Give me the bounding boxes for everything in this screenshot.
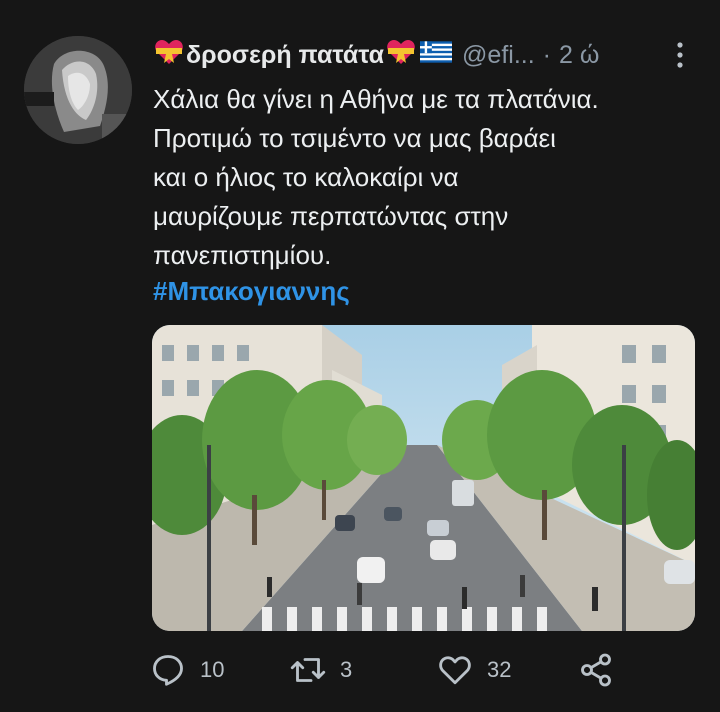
heart-ribbon-emoji-icon <box>386 39 416 72</box>
hashtag-link[interactable]: #Μπακογιαννης <box>153 276 350 307</box>
more-vertical-icon[interactable] <box>668 38 692 72</box>
share-icon <box>581 653 611 687</box>
reply-button[interactable]: 10 <box>150 650 224 690</box>
tweet-image[interactable] <box>152 325 695 631</box>
retweet-count: 3 <box>340 657 353 682</box>
like-count: 32 <box>487 657 512 682</box>
heart-icon <box>439 656 471 685</box>
greek-flag-icon <box>420 40 453 70</box>
display-name[interactable]: δροσερή πατάτα <box>152 39 454 72</box>
tweet-header: δροσερή πατάτα @efi... · 2 ώ <box>152 38 692 72</box>
retweet-button[interactable]: 3 <box>290 650 352 690</box>
display-name-text[interactable]: δροσερή πατάτα <box>186 41 384 70</box>
user-handle[interactable]: @efi... <box>462 41 535 70</box>
retweet-icon <box>290 658 326 682</box>
reply-count: 10 <box>200 657 225 682</box>
share-button[interactable] <box>578 650 628 690</box>
reply-icon <box>153 655 183 686</box>
tweet-text: Χάλια θα γίνει η Αθήνα με τα πλατάνια. Π… <box>153 84 599 270</box>
avatar[interactable] <box>24 36 132 144</box>
like-button[interactable]: 32 <box>437 650 511 690</box>
tweet-actions: 10 3 32 <box>150 650 620 690</box>
separator-dot: · <box>542 40 551 69</box>
heart-ribbon-emoji-icon <box>154 39 184 72</box>
timestamp[interactable]: 2 ώ <box>559 41 599 70</box>
